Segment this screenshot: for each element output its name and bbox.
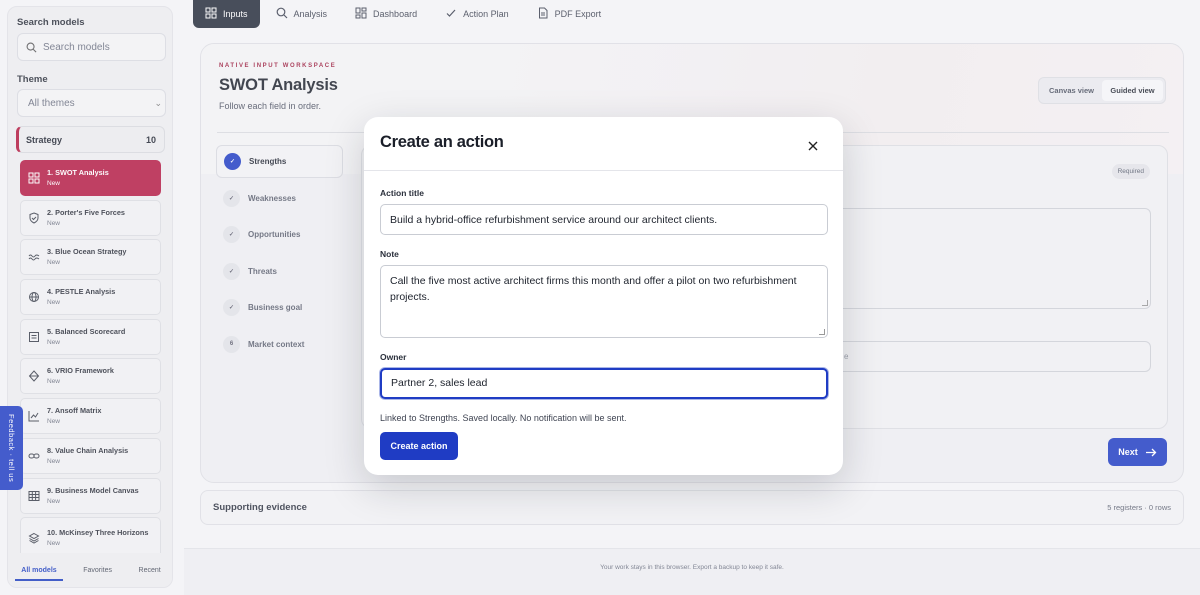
dialog-divider (364, 170, 843, 171)
create-action-dialog: Create an action Action title Build a hy… (364, 117, 843, 475)
linked-status-text: Linked to Strengths. Saved locally. No n… (380, 413, 627, 423)
create-action-button[interactable]: Create action (380, 432, 458, 460)
resize-handle-icon[interactable] (819, 329, 825, 335)
action-title-input[interactable]: Build a hybrid-office refurbishment serv… (380, 204, 828, 235)
owner-input[interactable]: Partner 2, sales lead (380, 368, 828, 399)
owner-label: Owner (380, 352, 407, 362)
close-icon[interactable] (805, 138, 821, 154)
note-label: Note (380, 249, 399, 259)
dialog-title: Create an action (380, 133, 504, 151)
note-textarea[interactable]: Call the five most active architect firm… (380, 265, 828, 338)
app-root: Search models Search models Theme All th… (0, 0, 1200, 595)
note-text: Call the five most active architect firm… (390, 275, 797, 303)
action-title-label: Action title (380, 188, 424, 198)
